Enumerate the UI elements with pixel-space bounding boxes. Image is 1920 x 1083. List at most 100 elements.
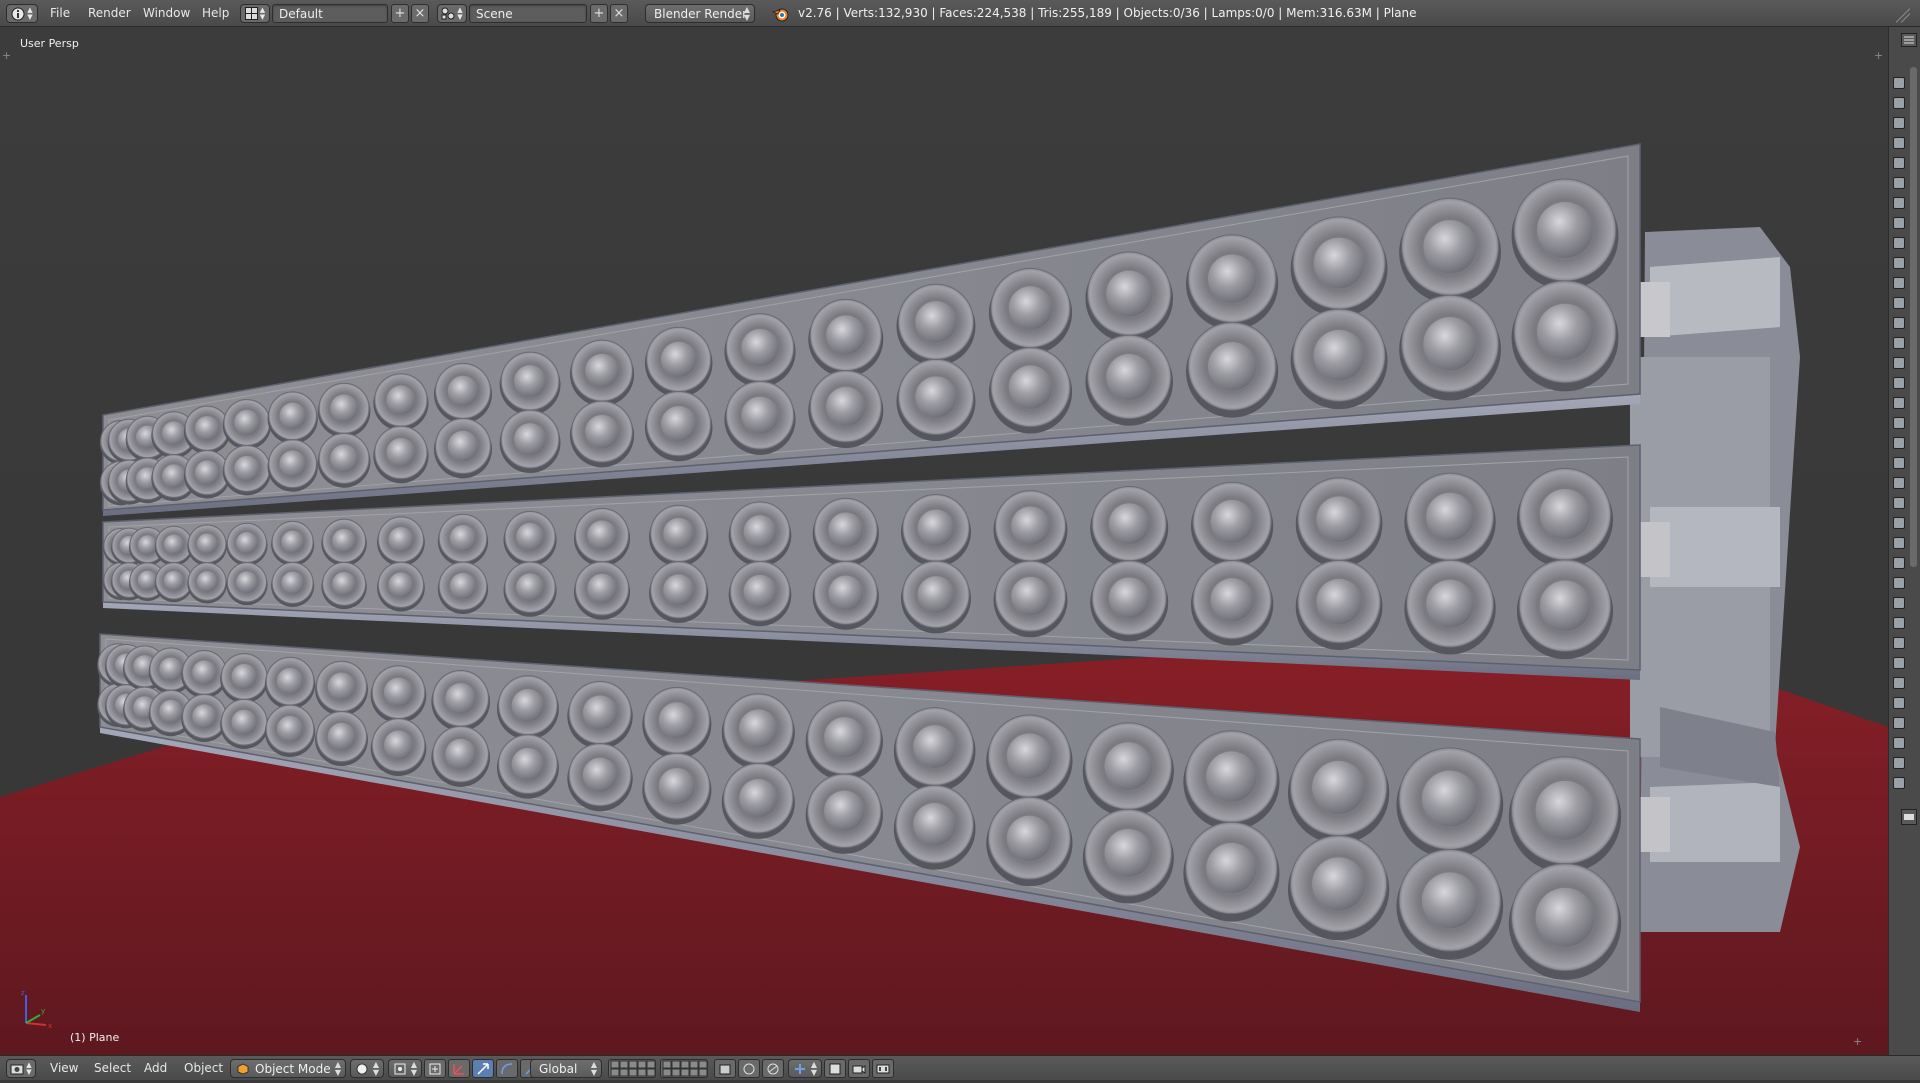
screen-layout-button[interactable]: ▲ ▼ [240,4,270,23]
speaker-cone [1287,738,1390,844]
chevron-updown-icon: ▲ ▼ [457,5,463,21]
outliner-object-icon[interactable] [1893,497,1905,509]
snap-select[interactable]: ▲ ▼ [788,1059,822,1078]
orientation-select[interactable]: Global ▲ ▼ [530,1059,602,1078]
properties-icon[interactable] [1901,809,1917,825]
region-toggle-icon[interactable]: + [1874,49,1883,62]
outliner-object-icon[interactable] [1893,97,1905,109]
outliner-object-icon[interactable] [1893,677,1905,689]
outliner-object-icon[interactable] [1893,457,1905,469]
speaker-cone [222,398,272,450]
outliner-object-icon[interactable] [1893,277,1905,289]
speaker-cone [986,796,1073,887]
opengl-render-button[interactable] [848,1059,870,1078]
outliner-object-icon[interactable] [1893,737,1905,749]
outliner-object-icon[interactable] [1893,577,1905,589]
outliner-object-icon[interactable] [1893,77,1905,89]
active-object-label: (1) Plane [70,1031,120,1044]
shading-select[interactable]: ▲ ▼ [350,1059,384,1078]
lock-camera-toggle[interactable] [714,1059,736,1078]
editor-type-button[interactable]: ▲ ▼ [6,1059,36,1078]
layer-cell [671,1068,681,1077]
area-corner-icon[interactable] [1896,6,1910,25]
translate-tool[interactable] [448,1059,470,1078]
pivot-select[interactable]: ▲ ▼ [388,1059,422,1078]
manipulator-toggle[interactable] [424,1059,446,1078]
outliner-object-icon[interactable] [1893,237,1905,249]
scene-button[interactable]: ▲ ▼ [437,4,467,23]
outliner-object-icon[interactable] [1893,757,1905,769]
snap-target-toggle[interactable] [824,1059,846,1078]
menu-object[interactable]: Object [178,1059,229,1078]
move-tool[interactable] [472,1059,494,1078]
outliner-object-icon[interactable] [1893,557,1905,569]
speaker-cone [321,518,367,566]
outliner-object-icon[interactable] [1893,617,1905,629]
outliner-object-icon[interactable] [1893,117,1905,129]
speaker-cone [1190,560,1274,646]
outliner-object-icon[interactable] [1893,197,1905,209]
outliner-object-icon[interactable] [1893,657,1905,669]
outliner-object-icon[interactable] [1893,377,1905,389]
outliner-object-icon[interactable] [1893,337,1905,349]
add-layout-button[interactable]: + [391,4,409,23]
region-toggle-icon[interactable]: + [2,49,11,62]
speaker-cone [370,718,427,776]
menu-window[interactable]: Window [137,4,196,23]
menu-view[interactable]: View [44,1059,84,1078]
outliner-object-icon[interactable] [1893,257,1905,269]
outliner-object-icon[interactable] [1893,477,1905,489]
outliner-object-icon[interactable] [1893,397,1905,409]
speaker-cone [315,710,368,767]
chevron-updown-icon: ▲ ▼ [590,1060,597,1077]
opengl-animation-button[interactable] [872,1059,894,1078]
editor-type-button[interactable]: ▲ ▼ [6,4,38,23]
outliner-scrollbar[interactable] [1910,67,1917,567]
orientation-label: Global [539,1062,578,1076]
speaker-cone [1511,178,1619,290]
outliner-object-icon[interactable] [1893,177,1905,189]
add-scene-button[interactable]: + [590,4,608,23]
menu-help[interactable]: Help [196,4,235,23]
outliner-strip[interactable] [1888,27,1920,1055]
outliner-object-icon[interactable] [1893,537,1905,549]
outliner-object-icon[interactable] [1893,137,1905,149]
menu-add[interactable]: Add [138,1059,173,1078]
rotate-tool[interactable] [496,1059,518,1078]
menu-select[interactable]: Select [88,1059,137,1078]
layer-cell [671,1060,681,1069]
outliner-object-icon[interactable] [1893,357,1905,369]
outliner-object-icon[interactable] [1893,637,1905,649]
render-engine-select[interactable]: Blender Render ▲ ▼ [645,4,755,23]
outliner-object-icon[interactable] [1893,717,1905,729]
outliner-object-icon[interactable] [1893,697,1905,709]
outliner-object-icon[interactable] [1893,597,1905,609]
outliner-icon[interactable] [1901,33,1917,47]
layer-cell [637,1060,647,1069]
speaker-cone [1085,251,1173,343]
scene-field[interactable]: Scene [469,4,587,23]
remove-layout-button[interactable]: × [411,4,429,23]
outliner-object-icon[interactable] [1893,297,1905,309]
mode-select[interactable]: Object Mode ▲ ▼ [230,1059,346,1078]
speaker-cone [181,650,228,699]
menu-file[interactable]: File [44,4,76,23]
remove-scene-button[interactable]: × [610,4,628,23]
outliner-object-icon[interactable] [1893,777,1905,789]
outliner-object-icon[interactable] [1893,417,1905,429]
outliner-object-icon[interactable] [1893,517,1905,529]
layer-cell [662,1060,672,1069]
falloff-toggle[interactable] [762,1059,784,1078]
proportional-edit-toggle[interactable] [738,1059,760,1078]
3d-viewport[interactable]: User Persp + + + z x y (1) Plane [0,27,1888,1055]
screen-layout-field[interactable]: Default [272,4,388,23]
speaker-cone [496,675,559,740]
layers-grid-2[interactable] [660,1059,708,1078]
region-toggle-icon[interactable]: + [1853,1035,1862,1048]
outliner-object-icon[interactable] [1893,317,1905,329]
outliner-object-icon[interactable] [1893,437,1905,449]
outliner-object-icon[interactable] [1893,157,1905,169]
layers-grid-1[interactable] [608,1059,656,1078]
menu-render[interactable]: Render [82,4,137,23]
outliner-object-icon[interactable] [1893,217,1905,229]
